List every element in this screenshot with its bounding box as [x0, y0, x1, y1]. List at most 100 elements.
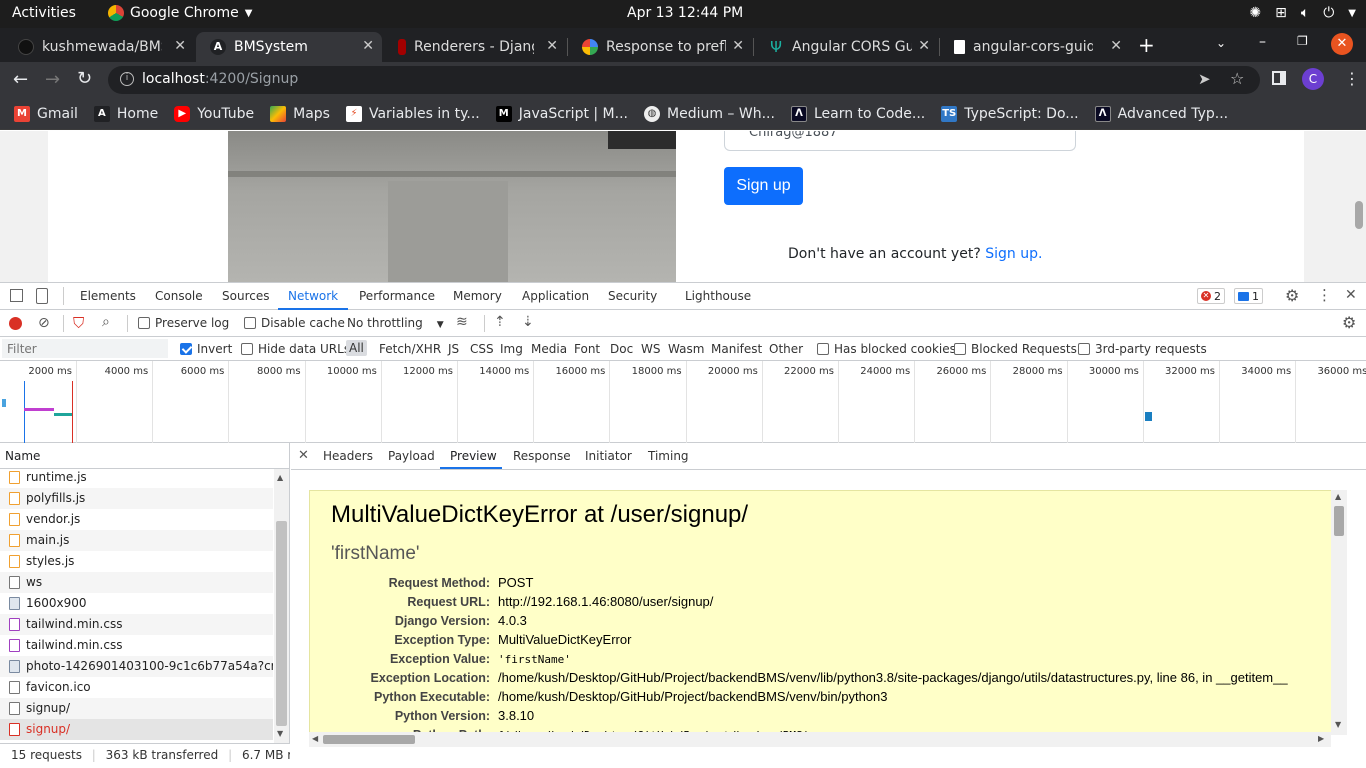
detail-tab-timing[interactable]: Timing: [648, 449, 689, 463]
scroll-left-icon[interactable]: ◀: [312, 734, 318, 743]
minimize-button[interactable]: –: [1259, 34, 1266, 50]
window-close-button[interactable]: ✕: [1331, 33, 1353, 55]
devtools-tab-sources[interactable]: Sources: [222, 289, 269, 303]
blocked-requests-checkbox[interactable]: Blocked Requests: [954, 342, 1077, 356]
detail-tab-response[interactable]: Response: [513, 449, 571, 463]
page-scrollbar[interactable]: [1352, 131, 1366, 282]
system-tray[interactable]: ✺ ⊞ 🔈︎ ⏻ ▼: [1249, 5, 1356, 21]
scroll-right-icon[interactable]: ▶: [1318, 734, 1324, 743]
bookmark-maps[interactable]: Maps: [270, 105, 330, 122]
error-count-badge[interactable]: ✕ 2: [1197, 288, 1225, 304]
type-filter-font[interactable]: Font: [574, 342, 600, 356]
reload-button[interactable]: ↻: [77, 68, 92, 89]
bookmark-medium[interactable]: ◍ Medium – Wh...: [644, 105, 775, 122]
detail-tab-payload[interactable]: Payload: [388, 449, 435, 463]
close-icon[interactable]: ✕: [732, 38, 744, 54]
request-row[interactable]: styles.js: [0, 551, 273, 572]
sign-up-button[interactable]: Sign up: [724, 167, 803, 205]
omnibox[interactable]: i localhost:4200/Signup ➤ ☆: [108, 66, 1260, 94]
devtools-tab-lighthouse[interactable]: Lighthouse: [685, 289, 751, 303]
forward-button[interactable]: →: [45, 69, 60, 90]
import-har-icon[interactable]: ⇡: [494, 314, 506, 330]
close-detail-icon[interactable]: ✕: [298, 448, 309, 463]
request-row[interactable]: tailwind.min.css: [0, 635, 273, 656]
devtools-tab-elements[interactable]: Elements: [80, 289, 136, 303]
type-filter-all[interactable]: All: [346, 340, 367, 356]
close-icon[interactable]: ✕: [174, 38, 186, 54]
close-icon[interactable]: ✕: [918, 38, 930, 54]
request-row[interactable]: polyfills.js: [0, 488, 273, 509]
devtools-tab-security[interactable]: Security: [608, 289, 657, 303]
scrollbar-thumb[interactable]: [323, 735, 415, 744]
network-conditions-icon[interactable]: ≋: [456, 314, 468, 330]
type-filter-ws[interactable]: WS: [641, 342, 660, 356]
scroll-up-icon[interactable]: ▲: [277, 473, 283, 482]
scroll-down-icon[interactable]: ▼: [1335, 720, 1341, 729]
scrollbar-thumb[interactable]: [1334, 506, 1344, 536]
devtools-tab-console[interactable]: Console: [155, 289, 203, 303]
record-icon[interactable]: [9, 317, 22, 330]
third-party-requests-checkbox[interactable]: 3rd-party requests: [1078, 342, 1207, 356]
type-filter-other[interactable]: Other: [769, 342, 803, 356]
type-filter-wasm[interactable]: Wasm: [668, 342, 704, 356]
settings-gear-icon[interactable]: ⚙: [1285, 286, 1299, 305]
message-count-badge[interactable]: 1: [1234, 288, 1263, 304]
tab-bmsystem[interactable]: A BMSystem ✕: [196, 32, 382, 62]
preview-vertical-scrollbar[interactable]: ▲ ▼: [1331, 490, 1347, 735]
info-icon[interactable]: i: [120, 72, 134, 86]
request-row[interactable]: tailwind.min.css: [0, 614, 273, 635]
new-tab-button[interactable]: +: [1138, 33, 1155, 57]
throttling-select[interactable]: No throttling ▼: [347, 316, 444, 330]
request-row[interactable]: runtime.js: [0, 467, 273, 488]
restore-button[interactable]: ❐: [1297, 34, 1308, 48]
clear-icon[interactable]: ⊘: [38, 315, 50, 331]
request-row[interactable]: 1600x900: [0, 593, 273, 614]
disable-cache-checkbox[interactable]: Disable cache: [244, 316, 345, 330]
invert-checkbox[interactable]: Invert: [180, 342, 232, 356]
bookmark-home[interactable]: A Home: [93, 105, 158, 122]
activities-button[interactable]: Activities: [12, 5, 76, 21]
scroll-down-icon[interactable]: ▼: [277, 729, 283, 738]
tab-angular-cors-doc[interactable]: angular-cors-guide ✕: [940, 32, 1130, 62]
request-list-scrollbar[interactable]: ▲ ▼: [274, 469, 289, 743]
bookmark-variables[interactable]: ⚡ Variables in ty...: [345, 105, 480, 122]
devtools-tab-application[interactable]: Application: [522, 289, 589, 303]
inspect-element-icon[interactable]: [10, 289, 23, 302]
devtools-menu-icon[interactable]: ⋮: [1317, 286, 1332, 304]
type-filter-manifest[interactable]: Manifest: [711, 342, 762, 356]
bookmark-youtube[interactable]: ▶ YouTube: [174, 105, 254, 122]
type-filter-doc[interactable]: Doc: [610, 342, 633, 356]
hide-data-urls-checkbox[interactable]: Hide data URLs: [241, 342, 350, 356]
filter-icon[interactable]: ⛉: [73, 314, 84, 332]
type-filter-img[interactable]: Img: [500, 342, 523, 356]
request-row[interactable]: ws: [0, 572, 273, 593]
profile-avatar[interactable]: C: [1302, 68, 1324, 90]
tab-google[interactable]: Response to preflight ✕: [568, 32, 752, 62]
type-filter-media[interactable]: Media: [531, 342, 567, 356]
request-row[interactable]: signup/: [0, 698, 273, 719]
type-filter-fetch-xhr[interactable]: Fetch/XHR: [379, 342, 441, 356]
close-devtools-icon[interactable]: ✕: [1345, 287, 1357, 303]
clock[interactable]: Apr 13 12:44 PM: [627, 5, 743, 21]
tab-search-button[interactable]: ⌄: [1216, 36, 1226, 50]
filter-input[interactable]: [2, 339, 168, 358]
sign-up-link[interactable]: Sign up.: [985, 246, 1042, 262]
email-field[interactable]: Chirag@1887: [724, 131, 1076, 151]
bookmark-gmail[interactable]: M Gmail: [14, 105, 78, 122]
request-row[interactable]: favicon.ico: [0, 677, 273, 698]
page-scrollbar-thumb[interactable]: [1355, 201, 1363, 229]
scroll-up-icon[interactable]: ▲: [1335, 492, 1341, 501]
tab-github[interactable]: kushmewada/BMSystem ✕: [4, 32, 194, 62]
request-row[interactable]: signup/: [0, 719, 273, 740]
bookmark-javascript[interactable]: M JavaScript | M...: [495, 105, 628, 122]
side-panel-icon[interactable]: [1272, 71, 1286, 85]
scrollbar-thumb[interactable]: [276, 521, 287, 726]
close-icon[interactable]: ✕: [1110, 38, 1122, 54]
close-icon[interactable]: ✕: [546, 38, 558, 54]
network-overview-timeline[interactable]: 2000 ms 4000 ms 6000 ms 8000 ms 10000 ms 1200…: [0, 361, 1366, 443]
app-menu[interactable]: Google Chrome ▼: [108, 5, 252, 21]
tab-angular-cors[interactable]: Ψ Angular CORS Guide ✕: [754, 32, 938, 62]
detail-tab-initiator[interactable]: Initiator: [585, 449, 632, 463]
bookmark-star-icon[interactable]: ☆: [1230, 69, 1244, 88]
device-toolbar-icon[interactable]: [36, 288, 48, 304]
